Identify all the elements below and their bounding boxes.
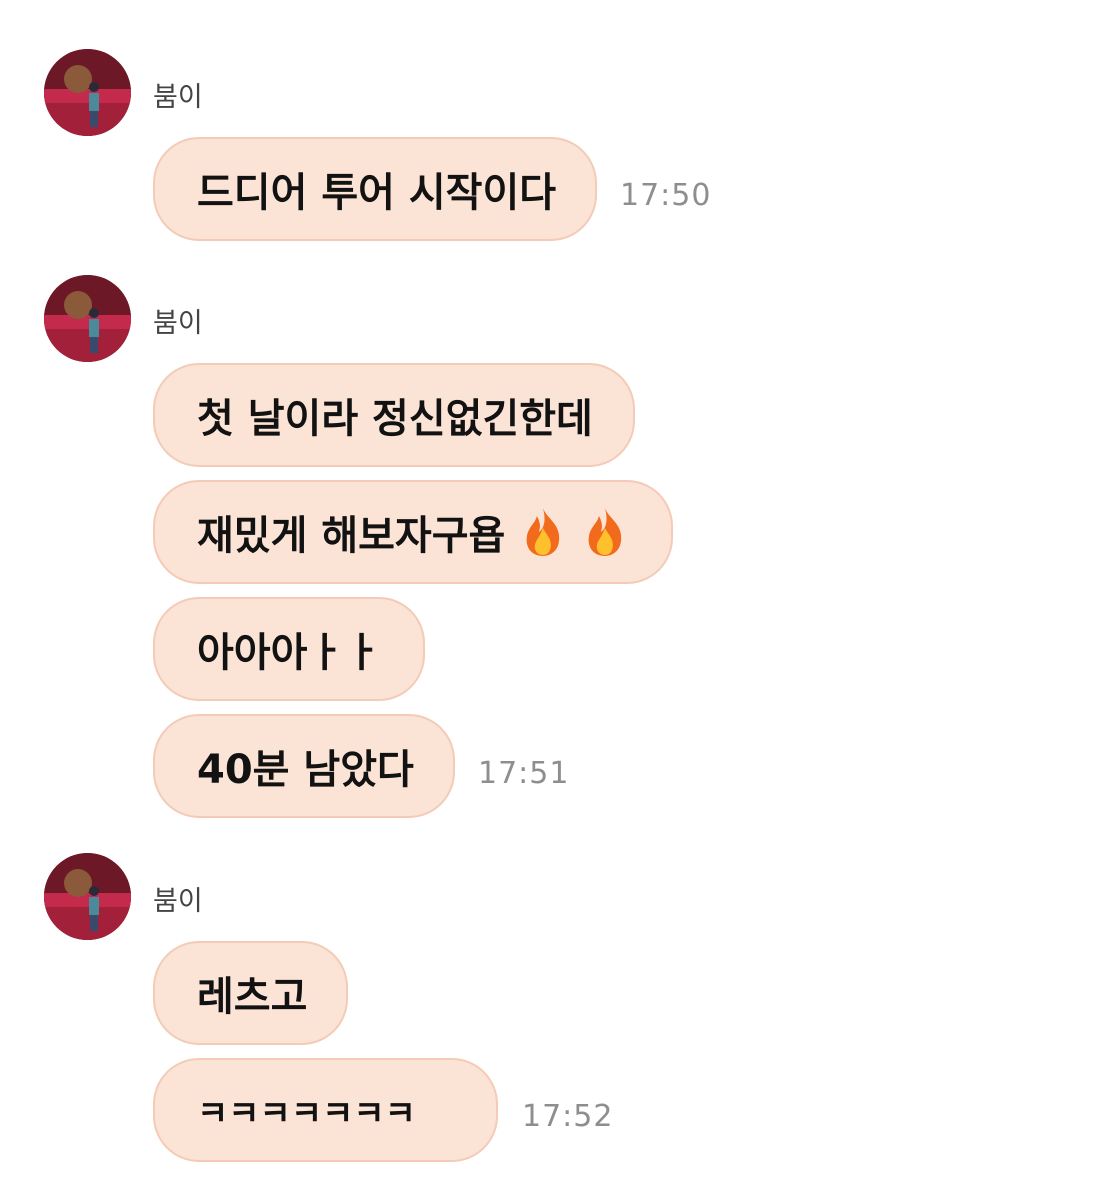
message-timestamp: 17:51 xyxy=(478,756,570,791)
message-bubble[interactable]: 드디어 투어 시작이다 xyxy=(153,137,597,241)
message-bubble[interactable]: 첫 날이라 정신없긴한데 xyxy=(153,363,635,467)
sender-name: 붐이 xyxy=(153,82,203,113)
profile-photo-icon xyxy=(44,853,131,940)
message-text: 40분 남았다 xyxy=(197,747,414,793)
sender-name: 붐이 xyxy=(153,886,203,917)
message-text: 드디어 투어 시작이다 xyxy=(197,170,557,216)
profile-photo-icon xyxy=(44,275,131,362)
message-text: 레츠고 xyxy=(197,974,308,1020)
message-text: 재밌게 해보자구욥 xyxy=(197,513,506,559)
message-timestamp: 17:50 xyxy=(620,178,712,213)
fire-emoji-icon xyxy=(519,506,567,558)
message-bubble[interactable]: 40분 남았다 xyxy=(153,714,455,818)
profile-photo-icon xyxy=(44,49,131,136)
message-bubble[interactable]: ㅋㅋㅋㅋㅋㅋㅋ xyxy=(153,1058,498,1162)
sender-name: 붐이 xyxy=(153,308,203,339)
sender-avatar[interactable] xyxy=(44,275,131,362)
sender-avatar[interactable] xyxy=(44,49,131,136)
fire-emoji-icon xyxy=(581,506,629,558)
message-bubble[interactable]: 아아아ㅏㅏ xyxy=(153,597,425,701)
message-text: ㅋㅋㅋㅋㅋㅋㅋ xyxy=(197,1093,416,1134)
message-timestamp: 17:52 xyxy=(522,1099,614,1134)
message-bubble[interactable]: 재밌게 해보자구욥 xyxy=(153,480,673,584)
message-text: 아아아ㅏㅏ xyxy=(197,630,381,676)
message-text: 첫 날이라 정신없긴한데 xyxy=(197,396,593,442)
sender-avatar[interactable] xyxy=(44,853,131,940)
message-bubble[interactable]: 레츠고 xyxy=(153,941,348,1045)
